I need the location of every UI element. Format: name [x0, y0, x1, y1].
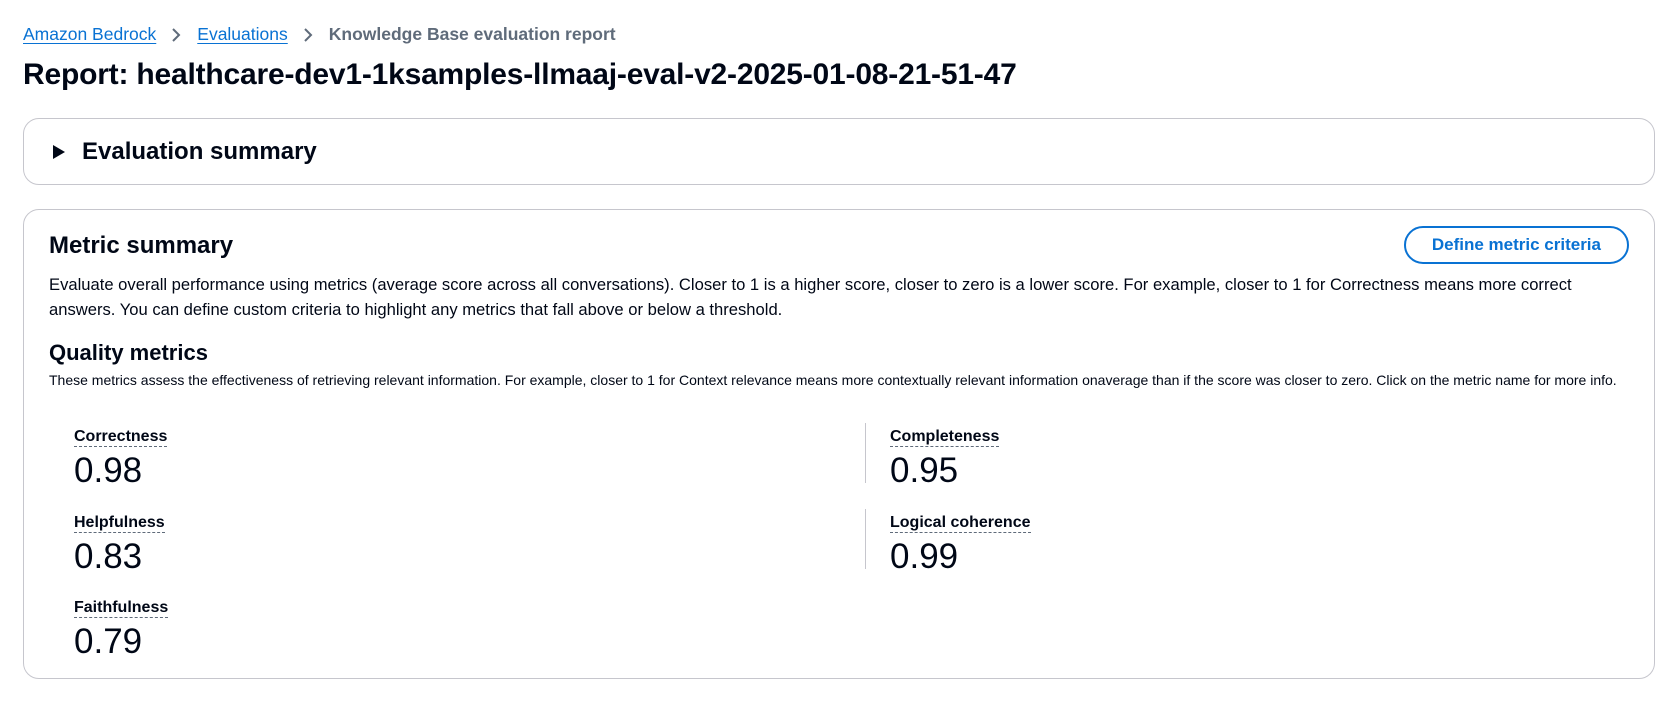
metric-name-completeness[interactable]: Completeness	[890, 428, 1000, 447]
breadcrumb-evaluations[interactable]: Evaluations	[197, 24, 287, 45]
metric-summary-description: Evaluate overall performance using metri…	[49, 275, 1572, 319]
quality-metrics-description: These metrics assess the effectiveness o…	[49, 372, 1617, 388]
metric-name-faithfulness[interactable]: Faithfulness	[74, 599, 169, 618]
column-divider	[865, 509, 866, 569]
chevron-right-icon	[171, 27, 181, 43]
page: Amazon Bedrock Evaluations Knowledge Bas…	[0, 0, 1677, 704]
metric-name-correctness[interactable]: Correctness	[74, 428, 168, 447]
metric-value-helpfulness: 0.83	[74, 537, 143, 576]
metric-name-logical-coherence[interactable]: Logical coherence	[890, 514, 1031, 533]
column-divider	[865, 423, 866, 483]
metric-value-faithfulness: 0.79	[74, 622, 143, 661]
metric-faithfulness: Faithfulness 0.79	[74, 599, 169, 662]
breadcrumb-amazon-bedrock[interactable]: Amazon Bedrock	[23, 24, 156, 45]
metric-summary-title: Metric summary	[49, 232, 234, 259]
evaluation-summary-panel: Evaluation summary	[23, 118, 1655, 185]
metric-value-correctness: 0.98	[74, 451, 143, 490]
metric-correctness: Correctness 0.98	[74, 428, 168, 491]
breadcrumb: Amazon Bedrock Evaluations Knowledge Bas…	[23, 24, 616, 45]
page-title: Report: healthcare-dev1-1ksamples-llmaaj…	[23, 58, 1017, 91]
define-metric-criteria-button[interactable]: Define metric criteria	[1403, 226, 1629, 264]
evaluation-summary-title: Evaluation summary	[82, 137, 317, 165]
metric-value-logical-coherence: 0.99	[890, 537, 959, 576]
metric-completeness: Completeness 0.95	[890, 428, 1000, 491]
metric-name-helpfulness[interactable]: Helpfulness	[74, 514, 165, 533]
evaluation-summary-toggle[interactable]: Evaluation summary	[52, 119, 317, 184]
caret-right-icon	[52, 144, 72, 160]
metric-helpfulness: Helpfulness 0.83	[74, 514, 165, 577]
chevron-right-icon	[303, 27, 313, 43]
metric-logical-coherence: Logical coherence 0.99	[890, 514, 1031, 577]
quality-metrics-title: Quality metrics	[49, 340, 208, 365]
breadcrumb-current: Knowledge Base evaluation report	[328, 24, 616, 44]
metric-summary-panel: Metric summary Define metric criteria Ev…	[23, 209, 1655, 679]
metric-value-completeness: 0.95	[890, 451, 959, 490]
